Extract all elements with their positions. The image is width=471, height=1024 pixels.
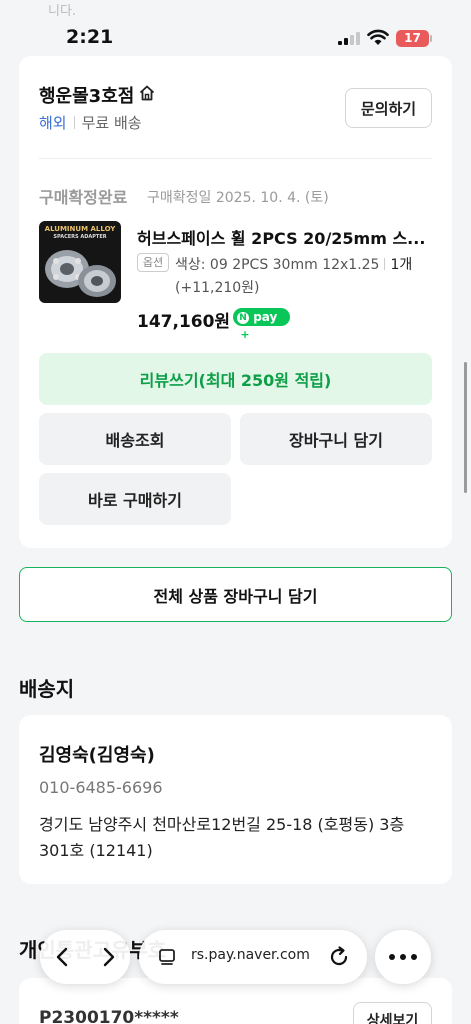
- recipient-phone: 010-6485-6696: [39, 778, 163, 797]
- more-button[interactable]: [375, 930, 431, 984]
- order-price: 147,160원: [137, 312, 231, 332]
- view-details-button[interactable]: 상세보기: [353, 1002, 432, 1024]
- purchase-date: 구매확정일 2025. 10. 4. (토): [147, 190, 329, 206]
- forward-arrow-icon[interactable]: [95, 944, 121, 970]
- battery-icon: 17: [396, 30, 432, 47]
- track-delivery-button[interactable]: 배송조회: [39, 413, 231, 465]
- option-quantity: 1개: [390, 257, 413, 273]
- signal-icon: [338, 31, 362, 45]
- delivery-section-title: 배송지: [19, 677, 75, 701]
- tag-divider: [73, 116, 75, 129]
- url-text[interactable]: rs.pay.naver.com: [191, 947, 310, 963]
- option-badge: 옵션: [137, 253, 169, 272]
- add-all-to-cart-button[interactable]: 전체 상품 장바구니 담기: [19, 567, 452, 622]
- npay-n-icon: N: [237, 312, 249, 324]
- customs-card: P2300170***** 상세보기: [19, 978, 452, 1024]
- home-icon[interactable]: [138, 84, 156, 102]
- scroll-indicator[interactable]: [464, 362, 467, 493]
- reload-icon[interactable]: [327, 945, 351, 969]
- write-review-button[interactable]: 리뷰쓰기(최대 250원 적립): [39, 353, 432, 405]
- inquiry-button[interactable]: 문의하기: [345, 88, 432, 128]
- add-to-cart-button[interactable]: 장바구니 담기: [240, 413, 432, 465]
- product-thumbnail[interactable]: ALUMINUM ALLOY SPACERS ADAPTER: [39, 221, 121, 303]
- npay-badge: N pay+: [233, 308, 290, 341]
- overseas-tag: 해외: [39, 114, 67, 132]
- wifi-icon: [367, 29, 389, 45]
- top-text-fragment: 니다.: [48, 4, 77, 19]
- divider: [39, 158, 432, 159]
- delivery-address: 경기도 남양주시 천마산로12번길 25-18 (호평동) 3층 301호 (1…: [39, 815, 405, 860]
- thumbnail-caption-1: ALUMINUM ALLOY: [44, 225, 116, 233]
- navigation-controls: [40, 930, 130, 984]
- npay-plus-icon: +: [239, 328, 251, 341]
- store-name[interactable]: 행운몰3호점: [39, 82, 134, 108]
- address-bar[interactable]: rs.pay.naver.com: [139, 930, 367, 984]
- recipient-name: 김영숙(김영숙): [39, 745, 155, 766]
- thumbnail-caption-2: SPACERS ADAPTER: [53, 234, 107, 240]
- product-name[interactable]: 허브스페이스 휠 2PCS 20/25mm 스...: [137, 225, 432, 249]
- address-card: 김영숙(김영숙) 010-6485-6696 경기도 남양주시 천마산로12번길…: [19, 715, 452, 884]
- status-bar: 2:21 17: [0, 22, 471, 54]
- npay-label: pay: [253, 310, 278, 324]
- back-arrow-icon[interactable]: [50, 944, 76, 970]
- store-tags: 해외 무료 배송: [39, 112, 142, 133]
- free-shipping-tag: 무료 배송: [81, 114, 142, 132]
- buy-now-button[interactable]: 바로 구매하기: [39, 473, 231, 525]
- status-time: 2:21: [66, 26, 114, 48]
- option-info: 색상: 09 2PCS 30mm 12x1.25 1개: [175, 254, 412, 274]
- order-card: 행운몰3호점 해외 무료 배송 문의하기 구매확정완료 구매확정일 2025. 1…: [19, 56, 452, 548]
- customs-code: P2300170*****: [39, 1008, 179, 1024]
- wheel-spacer-image: [45, 250, 116, 297]
- option-extra-price: (+11,210원): [175, 280, 260, 296]
- option-divider: [384, 258, 386, 270]
- option-value: 색상: 09 2PCS 30mm 12x1.25: [175, 257, 380, 273]
- tabs-icon[interactable]: [157, 947, 177, 967]
- purchase-status: 구매확정완료: [39, 188, 128, 207]
- more-icon: [389, 954, 417, 960]
